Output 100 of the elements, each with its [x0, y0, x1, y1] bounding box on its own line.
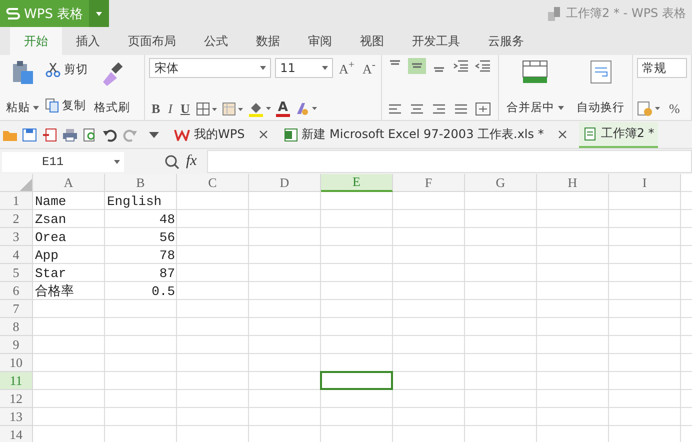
w-logo-icon: [174, 128, 190, 140]
row-header[interactable]: 14: [0, 426, 33, 442]
table-cell-text: Star: [34, 266, 68, 280]
row-header[interactable]: 8: [0, 318, 33, 336]
align-icon[interactable]: [408, 58, 426, 74]
search-icon[interactable]: [164, 154, 180, 170]
cell-style-icon[interactable]: [222, 102, 244, 116]
menu-tab[interactable]: 公式: [190, 27, 242, 55]
row-header[interactable]: 4: [0, 246, 33, 264]
caret-icon: [260, 66, 266, 70]
copy-button[interactable]: 复制: [45, 94, 88, 117]
name-box[interactable]: E11: [2, 152, 124, 172]
table-cell-text: 56: [158, 230, 176, 244]
merge-center-button[interactable]: 合并居中: [504, 58, 566, 117]
copy-icon: [45, 98, 59, 113]
table-cell-text: 合格率: [34, 283, 75, 300]
currency-icon[interactable]: [637, 101, 663, 117]
row-header[interactable]: 1: [0, 192, 33, 210]
spreadsheet-file-icon: [284, 128, 298, 142]
column-header[interactable]: A: [33, 174, 105, 192]
menu-tab[interactable]: 审阅: [294, 27, 346, 55]
caret-icon: [96, 12, 102, 16]
column-header[interactable]: G: [465, 174, 537, 192]
column-header[interactable]: I: [609, 174, 681, 192]
row-header[interactable]: 2: [0, 210, 33, 228]
print-icon[interactable]: [62, 128, 78, 142]
window-title: 工作簿2 * - WPS 表格: [566, 5, 686, 22]
row-header[interactable]: 10: [0, 354, 33, 372]
export-pdf-icon[interactable]: [42, 128, 58, 142]
menu-tab[interactable]: 开始: [10, 27, 62, 55]
row-header[interactable]: 11: [0, 372, 33, 390]
menu-tab[interactable]: 云服务: [474, 27, 538, 55]
caret-icon: [558, 106, 564, 110]
row-header[interactable]: 13: [0, 408, 33, 426]
underline-button[interactable]: U: [178, 101, 192, 117]
outdent-icon[interactable]: [474, 58, 492, 74]
column-header[interactable]: E: [321, 174, 393, 192]
document-file-icon: [582, 126, 597, 140]
document-tab[interactable]: 新建 Microsoft Excel 97-2003 工作表.xls *: [280, 122, 548, 148]
close-icon[interactable]: [258, 130, 268, 139]
document-tab[interactable]: 我的WPS: [170, 122, 249, 148]
table-cell-text: App: [34, 248, 60, 262]
menu-tab[interactable]: 视图: [346, 27, 398, 55]
shrink-font-button[interactable]: A$^{-}$: [360, 58, 378, 78]
column-header[interactable]: B: [105, 174, 177, 192]
caret-icon: [114, 160, 120, 164]
dropdown-icon[interactable]: [148, 130, 160, 138]
document-tab[interactable]: 工作簿2 *: [578, 122, 658, 148]
clipboard-icon: [10, 60, 34, 86]
number-format-dropdown[interactable]: 常规: [637, 58, 687, 78]
wrap-text-icon: [590, 60, 612, 84]
borders-icon[interactable]: [196, 102, 218, 116]
fill-color-icon[interactable]: [248, 101, 272, 117]
row-header[interactable]: 9: [0, 336, 33, 354]
table-cell-text: 48: [158, 212, 176, 226]
table-cell-text: Name: [34, 194, 68, 208]
row-header[interactable]: 7: [0, 300, 33, 318]
menu-tab[interactable]: 插入: [62, 27, 114, 55]
table-cell-text: 78: [158, 248, 176, 262]
document-icon: [548, 6, 560, 20]
format-painter-button[interactable]: 格式刷: [92, 58, 132, 117]
menu-tab[interactable]: 开发工具: [398, 27, 474, 55]
menu-tab[interactable]: 数据: [242, 27, 294, 55]
formula-input[interactable]: [206, 150, 692, 173]
insert-function-button[interactable]: fx: [186, 153, 197, 170]
table-cell-text: Orea: [34, 230, 68, 244]
caret-icon: [322, 66, 328, 70]
wrap-text-button[interactable]: 自动换行: [574, 58, 626, 117]
column-header[interactable]: F: [393, 174, 465, 192]
merge-cells-icon: [522, 60, 548, 84]
column-header[interactable]: D: [249, 174, 321, 192]
save-icon[interactable]: [22, 128, 38, 142]
scissors-icon: [45, 62, 61, 76]
caret-icon: [33, 106, 39, 110]
table-cell-text: 87: [158, 266, 176, 280]
table-cell-text: Zsan: [34, 212, 68, 226]
undo-icon[interactable]: [102, 128, 118, 142]
row-header[interactable]: 6: [0, 282, 33, 300]
menu-tab[interactable]: 页面布局: [114, 27, 190, 55]
row-header[interactable]: 12: [0, 390, 33, 408]
dropdown-button[interactable]: [89, 0, 110, 27]
grow-font-button[interactable]: A$^{+}$: [336, 58, 356, 78]
table-cell-text: English: [106, 194, 163, 208]
column-header[interactable]: H: [537, 174, 609, 192]
italic-button[interactable]: I: [166, 101, 174, 117]
column-header[interactable]: C: [177, 174, 249, 192]
percent-button[interactable]: %: [667, 101, 682, 117]
row-header[interactable]: 3: [0, 228, 33, 246]
font-size-dropdown[interactable]: 11: [275, 58, 333, 78]
font-name-dropdown[interactable]: 宋体: [149, 58, 272, 78]
paste-button[interactable]: 粘贴: [4, 58, 41, 117]
bold-button[interactable]: B: [149, 101, 162, 117]
distributed-icon[interactable]: [474, 101, 492, 117]
logo-icon: [6, 6, 20, 20]
table-cell-text: 0.5: [150, 284, 176, 298]
cut-button[interactable]: 剪切: [45, 58, 88, 81]
indent-icon[interactable]: [452, 58, 470, 74]
close-icon[interactable]: [558, 130, 567, 139]
row-header[interactable]: 5: [0, 264, 33, 282]
font-color-button[interactable]: A: [276, 102, 290, 116]
